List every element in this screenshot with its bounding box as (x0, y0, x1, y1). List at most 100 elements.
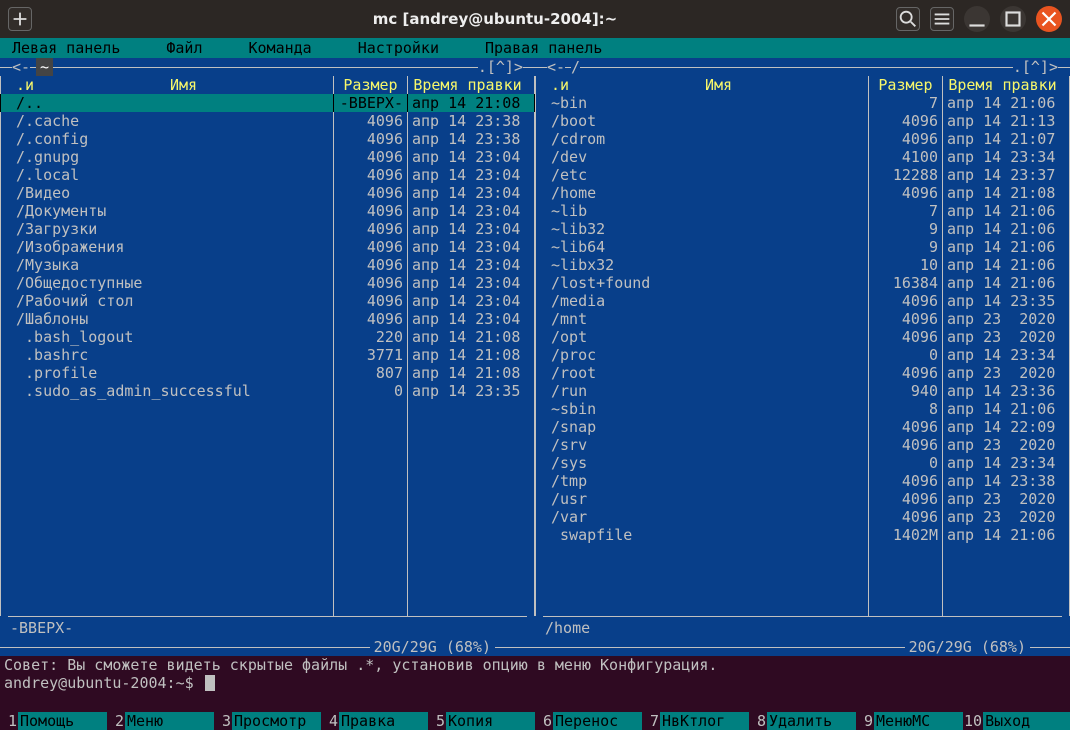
file-row[interactable]: /run940апр 14 23:36 (535, 382, 1070, 400)
fn-key-2[interactable]: 2Меню (107, 712, 214, 730)
file-name (8, 454, 333, 472)
file-row[interactable]: /sys0апр 14 23:34 (535, 454, 1070, 472)
file-row[interactable]: .profile807апр 14 21:08 (0, 364, 535, 382)
fn-key-1[interactable]: 1Помощь (0, 712, 107, 730)
menu-file[interactable]: Файл (158, 38, 210, 58)
file-row[interactable]: /Загрузки4096апр 14 23:04 (0, 220, 535, 238)
left-panel-body[interactable]: /..-ВВЕРХ-апр 14 21:08/.cache4096апр 14 … (0, 94, 535, 616)
file-row (0, 454, 535, 472)
file-time (942, 562, 1062, 580)
hamburger-button[interactable] (930, 7, 954, 31)
file-row[interactable]: /lost+found16384апр 14 21:06 (535, 274, 1070, 292)
file-row[interactable]: /Видео4096апр 14 23:04 (0, 184, 535, 202)
file-size: 4096 (868, 292, 942, 310)
right-panel-arrow[interactable]: <- (547, 58, 565, 76)
file-row[interactable]: /root4096апр 23 2020 (535, 364, 1070, 382)
function-key-bar[interactable]: 1Помощь2Меню3Просмотр4Правка5Копия6Перен… (0, 712, 1070, 730)
file-row[interactable]: /mnt4096апр 23 2020 (535, 310, 1070, 328)
fn-key-6[interactable]: 6Перенос (535, 712, 642, 730)
right-header-size[interactable]: Размер (868, 76, 942, 94)
fn-num: 8 (749, 712, 767, 730)
search-button[interactable] (896, 7, 920, 31)
fn-key-5[interactable]: 5Копия (428, 712, 535, 730)
file-time: апр 14 23:38 (407, 112, 527, 130)
new-tab-button[interactable] (8, 7, 32, 31)
close-button[interactable] (1036, 6, 1062, 32)
file-row[interactable]: swapfile1402Mапр 14 21:06 (535, 526, 1070, 544)
right-panel[interactable]: <- / .[^]> .и Имя Размер Время правки ~b… (535, 58, 1070, 656)
file-row[interactable]: ~lib7апр 14 21:06 (535, 202, 1070, 220)
file-row[interactable]: /proc0апр 14 23:34 (535, 346, 1070, 364)
file-size: 4096 (333, 256, 407, 274)
file-size (333, 562, 407, 580)
menu-left-panel[interactable]: Левая панель (4, 38, 128, 58)
file-row[interactable]: /tmp4096апр 14 23:38 (535, 472, 1070, 490)
file-name (543, 598, 868, 616)
file-size: 0 (333, 382, 407, 400)
fn-key-10[interactable]: 10Выход (963, 712, 1070, 730)
file-name: /var (543, 508, 868, 526)
file-name: /root (543, 364, 868, 382)
file-row[interactable]: /.gnupg4096апр 14 23:04 (0, 148, 535, 166)
file-name: /Музыка (8, 256, 333, 274)
file-time: апр 14 21:07 (942, 130, 1062, 148)
right-panel-path[interactable]: / (571, 58, 580, 76)
file-name: /media (543, 292, 868, 310)
file-row[interactable]: ~lib329апр 14 21:06 (535, 220, 1070, 238)
file-row[interactable]: /var4096апр 23 2020 (535, 508, 1070, 526)
file-row[interactable]: /srv4096апр 23 2020 (535, 436, 1070, 454)
file-row[interactable]: /Музыка4096апр 14 23:04 (0, 256, 535, 274)
file-row[interactable]: /dev4100апр 14 23:34 (535, 148, 1070, 166)
file-row[interactable]: /Общедоступные4096апр 14 23:04 (0, 274, 535, 292)
left-panel-arrow[interactable]: <- (12, 58, 30, 76)
menu-right-panel[interactable]: Правая панель (477, 38, 610, 58)
file-size: 4096 (333, 148, 407, 166)
left-header-time[interactable]: Время правки (407, 76, 527, 94)
fn-key-7[interactable]: 7НвКтлог (642, 712, 749, 730)
file-size: 4096 (868, 364, 942, 382)
file-row[interactable]: /etc12288апр 14 23:37 (535, 166, 1070, 184)
right-panel-controls[interactable]: .[^]> (1013, 58, 1058, 76)
file-row[interactable]: .bashrc3771апр 14 21:08 (0, 346, 535, 364)
fn-key-4[interactable]: 4Правка (321, 712, 428, 730)
file-row[interactable]: /Изображения4096апр 14 23:04 (0, 238, 535, 256)
file-name: ~lib32 (543, 220, 868, 238)
file-row[interactable]: /Рабочий стол4096апр 14 23:04 (0, 292, 535, 310)
right-header-time[interactable]: Время правки (942, 76, 1062, 94)
maximize-button[interactable] (1000, 6, 1026, 32)
file-row[interactable]: /snap4096апр 14 22:09 (535, 418, 1070, 436)
file-size: 4100 (868, 148, 942, 166)
left-panel[interactable]: <- ~ .[^]> .и Имя Размер Время правки /.… (0, 58, 535, 656)
right-disk-usage: 20G/29G (68%) (905, 638, 1030, 656)
left-panel-path[interactable]: ~ (36, 58, 53, 76)
file-row[interactable]: ~lib649апр 14 21:06 (535, 238, 1070, 256)
file-size: 7 (868, 202, 942, 220)
fn-key-8[interactable]: 8Удалить (749, 712, 856, 730)
minimize-button[interactable] (964, 6, 990, 32)
file-row[interactable]: /opt4096апр 23 2020 (535, 328, 1070, 346)
file-row[interactable]: /home4096апр 14 21:08 (535, 184, 1070, 202)
left-header-size[interactable]: Размер (333, 76, 407, 94)
right-panel-body[interactable]: ~bin7апр 14 21:06/boot4096апр 14 21:13/c… (535, 94, 1070, 616)
file-row[interactable]: /.local4096апр 14 23:04 (0, 166, 535, 184)
file-row[interactable]: /Шаблоны4096апр 14 23:04 (0, 310, 535, 328)
file-row[interactable]: .sudo_as_admin_successful0апр 14 23:35 (0, 382, 535, 400)
file-name: /Документы (8, 202, 333, 220)
menu-command[interactable]: Команда (241, 38, 320, 58)
file-row[interactable]: ~sbin8апр 14 21:06 (535, 400, 1070, 418)
left-panel-controls[interactable]: .[^]> (478, 58, 523, 76)
file-size: 4096 (868, 112, 942, 130)
file-row[interactable]: /usr4096апр 23 2020 (535, 490, 1070, 508)
mc-menubar[interactable]: Левая панель Файл Команда Настройки Прав… (0, 38, 1070, 58)
file-time (407, 544, 527, 562)
menu-settings[interactable]: Настройки (350, 38, 447, 58)
fn-key-9[interactable]: 9МенюМС (856, 712, 963, 730)
file-time (407, 580, 527, 598)
file-row[interactable]: ~libx3210апр 14 21:06 (535, 256, 1070, 274)
file-row[interactable]: /Документы4096апр 14 23:04 (0, 202, 535, 220)
file-size (333, 400, 407, 418)
file-row[interactable]: /media4096апр 14 23:35 (535, 292, 1070, 310)
file-time: апр 14 23:04 (407, 292, 527, 310)
fn-key-3[interactable]: 3Просмотр (214, 712, 321, 730)
file-row[interactable]: .bash_logout220апр 14 21:08 (0, 328, 535, 346)
